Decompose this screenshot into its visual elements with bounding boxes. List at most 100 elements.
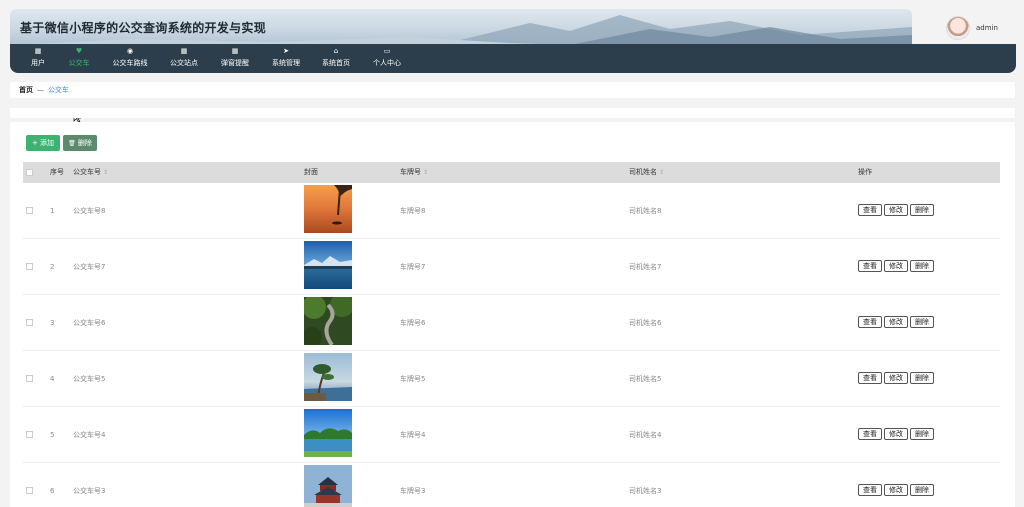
- batch-delete-button[interactable]: 🗑 删除: [63, 135, 97, 151]
- cover-image: [304, 297, 352, 345]
- edit-button[interactable]: 修改: [884, 316, 908, 328]
- row-driver: 司机姓名8: [629, 207, 662, 215]
- edit-button[interactable]: 修改: [884, 204, 908, 216]
- nav-item-bus[interactable]: ♥ 公交车: [66, 44, 92, 73]
- delete-button[interactable]: 删除: [910, 428, 934, 440]
- row-driver: 司机姓名4: [629, 431, 662, 439]
- header-plate[interactable]: 车牌号 ⇕: [400, 162, 428, 183]
- row-driver: 司机姓名6: [629, 319, 662, 327]
- delete-button[interactable]: 删除: [910, 260, 934, 272]
- header-bus-no-label: 公交车号: [73, 168, 101, 176]
- header-cover: 封面: [304, 168, 318, 176]
- row-checkbox[interactable]: [26, 263, 33, 270]
- nav-label: 弹窗提醒: [221, 59, 249, 67]
- add-button[interactable]: + 添加: [26, 135, 60, 151]
- row-bus-no: 公交车号4: [73, 431, 106, 439]
- nav-label: 公交车: [68, 59, 90, 67]
- nav-item-system-management[interactable]: ➤ 系统管理: [270, 44, 302, 73]
- nav-label: 个人中心: [373, 59, 401, 67]
- sort-icon[interactable]: ⇕: [103, 169, 108, 176]
- nav-item-users[interactable]: ▦ 用户: [26, 44, 50, 73]
- nav-label: 系统管理: [272, 59, 300, 67]
- row-plate: 车牌号6: [400, 319, 426, 327]
- site-title: 基于微信小程序的公交查询系统的开发与实现: [20, 21, 267, 35]
- user-menu[interactable]: admin: [940, 13, 1016, 45]
- row-index: 6: [50, 487, 55, 495]
- row-plate: 车牌号7: [400, 263, 426, 271]
- edit-button[interactable]: 修改: [884, 484, 908, 496]
- add-button-label: 添加: [40, 139, 55, 147]
- avatar[interactable]: [946, 16, 970, 40]
- row-driver: 司机姓名7: [629, 263, 662, 271]
- edit-button[interactable]: 修改: [884, 260, 908, 272]
- table-row: 5 公交车号4 车牌号4 司机姓名4 查看 修改 删除: [23, 407, 1000, 463]
- row-checkbox[interactable]: [26, 487, 33, 494]
- send-icon: ➤: [283, 47, 289, 55]
- main-panel: + 添加 🗑 删除 序号 公交车号 ⇕ 封面 车牌号 ⇕ 司机姓名 ⇕ 操作 1 公交…: [10, 122, 1015, 507]
- row-checkbox[interactable]: [26, 319, 33, 326]
- row-plate: 车牌号8: [400, 207, 426, 215]
- row-checkbox[interactable]: [26, 207, 33, 214]
- delete-button[interactable]: 删除: [910, 316, 934, 328]
- row-bus-no: 公交车号6: [73, 319, 106, 327]
- row-index: 5: [50, 431, 55, 439]
- breadcrumb-current: 公交车: [48, 86, 69, 94]
- row-driver: 司机姓名3: [629, 487, 662, 495]
- header: 基于微信小程序的公交查询系统的开发与实现 admin ▦ 用户 ♥ 公交车 ◉ …: [10, 9, 1016, 73]
- delete-button[interactable]: 删除: [910, 372, 934, 384]
- header-driver-label: 司机姓名: [629, 168, 657, 176]
- sort-icon[interactable]: ⇕: [659, 169, 664, 176]
- nav-item-personal-center[interactable]: ▭ 个人中心: [371, 44, 403, 73]
- edit-button[interactable]: 修改: [884, 372, 908, 384]
- view-button[interactable]: 查看: [858, 204, 882, 216]
- row-checkbox[interactable]: [26, 431, 33, 438]
- row-plate: 车牌号4: [400, 431, 426, 439]
- edit-button[interactable]: 修改: [884, 428, 908, 440]
- grid-icon: ▦: [231, 47, 239, 55]
- sort-icon[interactable]: ⇕: [423, 169, 428, 176]
- table-row: 2 公交车号7 车牌号7 司机姓名7 查看 修改 删除: [23, 239, 1000, 295]
- table-header: 序号 公交车号 ⇕ 封面 车牌号 ⇕ 司机姓名 ⇕ 操作: [23, 162, 1000, 183]
- delete-button-label: 删除: [77, 139, 92, 147]
- row-plate: 车牌号5: [400, 375, 426, 383]
- username[interactable]: admin: [976, 24, 998, 32]
- select-all-checkbox[interactable]: [26, 169, 33, 176]
- breadcrumb: 首页 — 公交车: [10, 82, 1015, 98]
- row-bus-no: 公交车号8: [73, 207, 106, 215]
- cover-image: [304, 409, 352, 457]
- header-driver[interactable]: 司机姓名 ⇕: [629, 162, 664, 183]
- breadcrumb-home[interactable]: 首页: [19, 86, 33, 94]
- cover-image: [304, 185, 352, 233]
- view-button[interactable]: 查看: [858, 316, 882, 328]
- row-actions: 查看 修改 删除: [858, 484, 936, 498]
- view-button[interactable]: 查看: [858, 484, 882, 496]
- row-bus-no: 公交车号3: [73, 487, 106, 495]
- nav-item-bus-routes[interactable]: ◉ 公交车路线: [110, 44, 150, 73]
- nav-item-bus-stops[interactable]: ▦ 公交站点: [168, 44, 200, 73]
- header-banner: 基于微信小程序的公交查询系统的开发与实现: [10, 9, 912, 45]
- table-row: 6 公交车号3 车牌号3 司机姓名3 查看 修改 删除: [23, 463, 1000, 507]
- row-actions: 查看 修改 删除: [858, 204, 936, 218]
- nav-item-popup-alerts[interactable]: ▦ 弹窗提醒: [219, 44, 251, 73]
- view-button[interactable]: 查看: [858, 428, 882, 440]
- table-row: 3 公交车号6 车牌号6 司机姓名6 查看 修改 删除: [23, 295, 1000, 351]
- row-bus-no: 公交车号7: [73, 263, 106, 271]
- header-bus-no[interactable]: 公交车号 ⇕: [73, 162, 108, 183]
- nav-label: 用户: [31, 59, 45, 67]
- row-actions: 查看 修改 删除: [858, 260, 936, 274]
- cover-image: [304, 465, 352, 507]
- search-bar-area: [10, 108, 1015, 118]
- delete-button[interactable]: 删除: [910, 204, 934, 216]
- top-nav: ▦ 用户 ♥ 公交车 ◉ 公交车路线 ▦ 公交站点 ▦ 弹窗提醒 ➤ 系统管理 …: [10, 44, 1016, 73]
- view-button[interactable]: 查看: [858, 372, 882, 384]
- nav-item-system-home[interactable]: ⌂ 系统首页: [320, 44, 352, 73]
- grid-icon: ▦: [180, 47, 188, 55]
- view-button[interactable]: 查看: [858, 260, 882, 272]
- row-index: 4: [50, 375, 55, 383]
- delete-button[interactable]: 删除: [910, 484, 934, 496]
- plus-icon: +: [31, 139, 38, 147]
- row-bus-no: 公交车号5: [73, 375, 106, 383]
- cover-image: [304, 353, 352, 401]
- row-checkbox[interactable]: [26, 375, 33, 382]
- row-driver: 司机姓名5: [629, 375, 662, 383]
